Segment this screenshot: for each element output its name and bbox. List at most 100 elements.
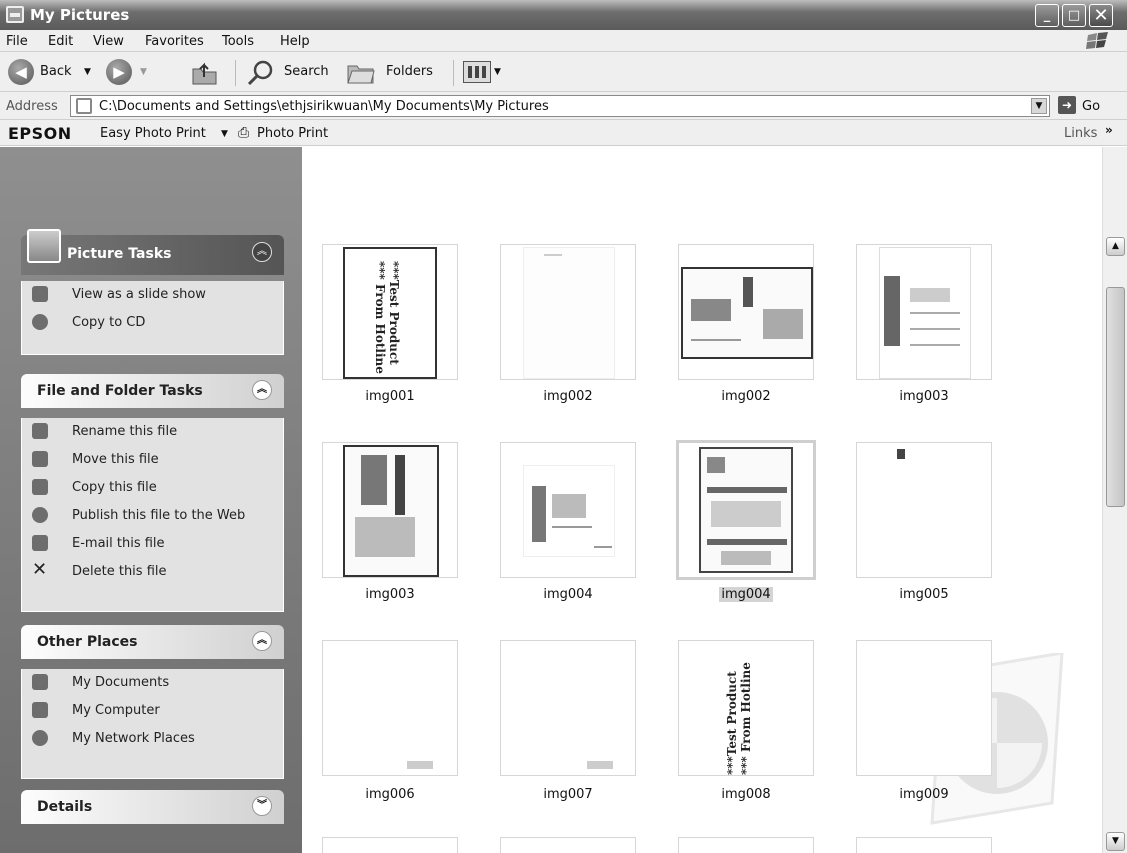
search-button[interactable]: Search	[284, 64, 329, 79]
folders-button[interactable]: Folders	[386, 64, 433, 79]
task-label[interactable]: E-mail this file	[72, 536, 165, 551]
photo-print-button[interactable]: Photo Print	[257, 126, 328, 141]
file-name[interactable]: img003	[322, 587, 458, 602]
copy-to-cd-task[interactable]: Copy to CD	[22, 309, 283, 337]
publish-web-task[interactable]: Publish this file to the Web	[22, 502, 283, 530]
file-name[interactable]: img003	[856, 389, 992, 404]
thumbnail-img006[interactable]	[322, 640, 458, 776]
collapse-icon[interactable]: ︽	[252, 242, 272, 262]
vertical-scrollbar[interactable]: ▲ ▼	[1102, 147, 1127, 853]
menu-view[interactable]: View	[93, 34, 124, 49]
other-places-header[interactable]: Other Places ︽	[21, 625, 284, 659]
thumbnail-img004-selected[interactable]	[676, 440, 816, 580]
my-documents-link[interactable]: My Documents	[22, 669, 283, 697]
forward-arrow-icon[interactable]: ▶	[106, 59, 132, 85]
menu-file[interactable]: File	[6, 34, 28, 49]
folders-icon[interactable]	[346, 60, 376, 86]
collapse-icon[interactable]: ︽	[252, 631, 272, 651]
thumbnail-partial[interactable]	[322, 837, 458, 853]
scroll-down-arrow-icon[interactable]: ▼	[1106, 832, 1125, 851]
links-button[interactable]: Links	[1064, 126, 1097, 141]
task-label[interactable]: Copy to CD	[72, 315, 145, 330]
rename-file-task[interactable]: Rename this file	[22, 418, 283, 446]
thumbnail-img002[interactable]	[500, 244, 636, 380]
place-label[interactable]: My Computer	[72, 703, 160, 718]
address-bar: Address C:\Documents and Settings\ethjsi…	[0, 92, 1127, 120]
thumbnail-img005[interactable]	[856, 442, 992, 578]
selected-file-label[interactable]: img004	[719, 587, 773, 602]
task-label[interactable]: Delete this file	[72, 564, 167, 579]
email-file-task[interactable]: E-mail this file	[22, 530, 283, 558]
forward-dropdown-icon[interactable]: ▼	[140, 67, 147, 77]
close-button[interactable]: ✕	[1089, 4, 1113, 27]
back-button[interactable]: Back	[40, 64, 72, 79]
thumbnail-img003[interactable]	[856, 244, 992, 380]
back-arrow-icon[interactable]: ◀	[8, 59, 34, 85]
file-name[interactable]: img001	[322, 389, 458, 404]
file-name[interactable]: img006	[322, 787, 458, 802]
file-name[interactable]: img009	[856, 787, 992, 802]
place-label[interactable]: My Network Places	[72, 731, 195, 746]
details-title: Details	[37, 799, 93, 815]
menu-edit[interactable]: Edit	[48, 34, 73, 49]
view-slideshow-task[interactable]: View as a slide show	[22, 281, 283, 309]
minimize-button[interactable]: _	[1035, 4, 1059, 27]
task-label[interactable]: Move this file	[72, 452, 159, 467]
task-label[interactable]: View as a slide show	[72, 287, 206, 302]
views-dropdown-icon[interactable]: ▼	[494, 67, 501, 77]
file-name-selected[interactable]: img004	[678, 587, 814, 602]
thumbnail-img002[interactable]	[678, 244, 814, 380]
cd-icon	[32, 314, 48, 330]
thumbnail-img007[interactable]	[500, 640, 636, 776]
easy-photo-print-button[interactable]: Easy Photo Print	[100, 126, 206, 141]
task-label[interactable]: Copy this file	[72, 480, 157, 495]
place-label[interactable]: My Documents	[72, 675, 169, 690]
details-header[interactable]: Details ︾	[21, 790, 284, 824]
thumbnail-partial[interactable]	[678, 837, 814, 853]
back-dropdown-icon[interactable]: ▼	[84, 67, 91, 77]
up-folder-icon[interactable]	[190, 59, 220, 87]
chevron-right-icon[interactable]: »	[1105, 123, 1113, 137]
collapse-icon[interactable]: ︽	[252, 380, 272, 400]
task-label[interactable]: Publish this file to the Web	[72, 508, 245, 523]
thumbnail-partial[interactable]	[500, 837, 636, 853]
network-icon	[32, 730, 48, 746]
thumbnail-img009[interactable]	[856, 640, 992, 776]
thumbnail-img001[interactable]: ***Test Product *** From Hotline	[322, 244, 458, 380]
picture-tasks-header[interactable]: Picture Tasks ︽	[21, 229, 284, 275]
thumbnail-partial[interactable]	[856, 837, 992, 853]
maximize-button[interactable]: □	[1062, 4, 1086, 27]
move-file-task[interactable]: Move this file	[22, 446, 283, 474]
search-icon[interactable]	[246, 59, 276, 87]
go-button[interactable]: Go	[1082, 99, 1100, 114]
menu-favorites[interactable]: Favorites	[145, 34, 204, 49]
scroll-up-arrow-icon[interactable]: ▲	[1106, 237, 1125, 256]
scrollbar-thumb[interactable]	[1106, 287, 1125, 507]
go-arrow-icon[interactable]: ➜	[1058, 96, 1076, 114]
expand-icon[interactable]: ︾	[252, 796, 272, 816]
menu-tools[interactable]: Tools	[222, 34, 254, 49]
window-title: My Pictures	[30, 6, 130, 24]
file-name[interactable]: img005	[856, 587, 992, 602]
menu-help[interactable]: Help	[280, 34, 310, 49]
thumbnail-img008[interactable]: ***Test Product *** From Hotline	[678, 640, 814, 776]
thumbnail-img004[interactable]	[500, 442, 636, 578]
copy-file-task[interactable]: Copy this file	[22, 474, 283, 502]
views-icon[interactable]	[463, 61, 491, 83]
globe-icon	[32, 507, 48, 523]
my-computer-link[interactable]: My Computer	[22, 697, 283, 725]
address-field[interactable]: C:\Documents and Settings\ethjsirikwuan\…	[70, 95, 1050, 117]
file-folder-tasks-header[interactable]: File and Folder Tasks ︽	[21, 374, 284, 408]
file-name[interactable]: img008	[678, 787, 814, 802]
address-value[interactable]: C:\Documents and Settings\ethjsirikwuan\…	[99, 99, 549, 114]
thumbnail-img003[interactable]	[322, 442, 458, 578]
easy-photo-print-dropdown-icon[interactable]: ▼	[221, 129, 228, 139]
file-name[interactable]: img004	[500, 587, 636, 602]
address-dropdown-icon[interactable]: ▼	[1031, 98, 1047, 114]
file-name[interactable]: img002	[500, 389, 636, 404]
file-name[interactable]: img007	[500, 787, 636, 802]
delete-file-task[interactable]: ✕ Delete this file	[22, 558, 283, 586]
task-label[interactable]: Rename this file	[72, 424, 177, 439]
file-name[interactable]: img002	[678, 389, 814, 404]
my-network-places-link[interactable]: My Network Places	[22, 725, 283, 753]
